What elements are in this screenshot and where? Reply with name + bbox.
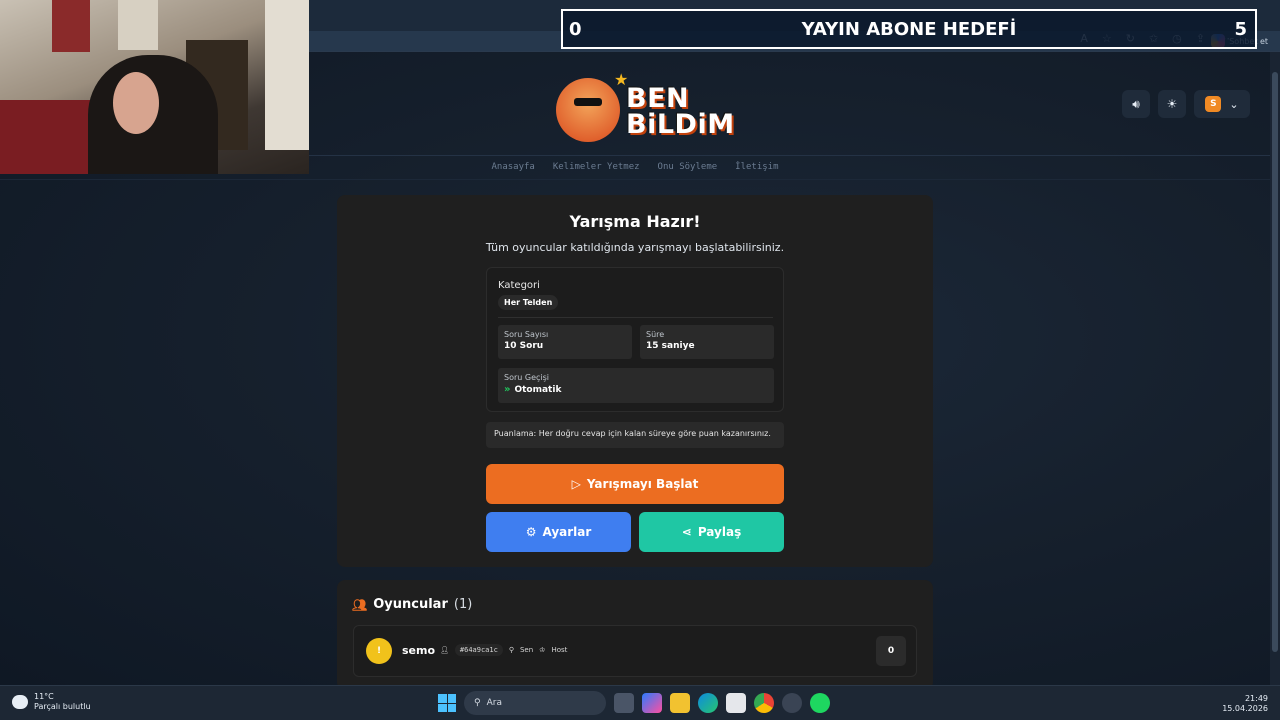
cam-face bbox=[113, 72, 159, 134]
store-icon[interactable] bbox=[726, 693, 746, 713]
share-icon: ⋖ bbox=[681, 525, 692, 539]
taskbar: 11°C Parçalı bulutlu ⚲ Ara 21:49 15.04.2… bbox=[0, 685, 1280, 720]
share-button[interactable]: ⋖ Paylaş bbox=[639, 512, 784, 552]
users-icon: 👥︎ bbox=[352, 597, 368, 612]
settings-button-label: Ayarlar bbox=[542, 525, 592, 539]
transition-stat: Soru Geçişi » Otomatik bbox=[498, 368, 774, 403]
scrollbar-thumb[interactable] bbox=[1272, 72, 1278, 652]
task-view-icon[interactable] bbox=[614, 693, 634, 713]
search-placeholder: Ara bbox=[486, 698, 502, 708]
player-name: semo bbox=[402, 644, 436, 657]
webcam-overlay bbox=[0, 0, 309, 174]
chevron-down-icon: ⌄ bbox=[1229, 97, 1239, 111]
avatar: S bbox=[1205, 96, 1222, 112]
taskbar-apps: ⚲ Ara bbox=[438, 691, 830, 715]
player-row: ! semo 👤︎ #64a9ca1c ⚲ Sen ♔ Host 0 bbox=[353, 625, 917, 677]
sun-icon: ☀ bbox=[1166, 97, 1178, 111]
file-explorer-icon[interactable] bbox=[670, 693, 690, 713]
goal-target: 5 bbox=[1234, 19, 1247, 40]
windows-start-icon[interactable] bbox=[438, 694, 456, 712]
players-title: Oyuncular bbox=[373, 597, 448, 612]
user-icon: 👤︎ bbox=[440, 646, 449, 654]
card-subtitle: Tüm oyuncular katıldığında yarışmayı baş… bbox=[485, 241, 785, 254]
cloud-icon bbox=[12, 695, 28, 709]
competition-card: Yarışma Hazır! Tüm oyuncular katıldığınd… bbox=[337, 195, 933, 567]
time-stat: Süre 15 saniye bbox=[640, 325, 774, 359]
cam-sofa bbox=[0, 100, 90, 174]
clock-date: 15.04.2026 bbox=[1222, 704, 1268, 713]
spotify-icon[interactable] bbox=[810, 693, 830, 713]
settings-button[interactable]: ⚙ Ayarlar bbox=[486, 512, 631, 552]
host-badge: Host bbox=[551, 646, 568, 654]
mascot-icon bbox=[556, 78, 620, 142]
sound-button[interactable]: 🔊︎ bbox=[1122, 90, 1150, 118]
players-header: 👥︎ Oyuncular (1) bbox=[352, 597, 472, 612]
temperature: 11°C bbox=[34, 692, 54, 701]
question-count-stat: Soru Sayısı 10 Soru bbox=[498, 325, 632, 359]
theme-toggle-button[interactable]: ☀ bbox=[1158, 90, 1186, 118]
subscriber-goal-overlay: YAYIN ABONE HEDEFİ 0 5 bbox=[561, 9, 1257, 49]
players-count: (1) bbox=[453, 597, 473, 612]
gear-icon: ⚙ bbox=[525, 525, 537, 539]
players-card: 👥︎ Oyuncular (1) ! semo 👤︎ #64a9ca1c ⚲ S… bbox=[337, 580, 933, 685]
weather-widget[interactable]: 11°C Parçalı bulutlu bbox=[12, 692, 91, 712]
clock-time: 21:49 bbox=[1244, 694, 1268, 703]
time-value: 15 saniye bbox=[646, 341, 695, 351]
weather-description: Parçalı bulutlu bbox=[34, 702, 91, 711]
cam-poster bbox=[52, 0, 90, 52]
nav-item-contact[interactable]: İletişim bbox=[735, 158, 778, 179]
user-menu-button[interactable]: S ⌄ bbox=[1194, 90, 1250, 118]
taskbar-search[interactable]: ⚲ Ara bbox=[464, 691, 606, 715]
double-chevron-right-icon: » bbox=[504, 384, 511, 395]
category-label: Kategori bbox=[498, 280, 540, 291]
play-icon: ▷ bbox=[571, 477, 581, 491]
you-badge: Sen bbox=[519, 646, 534, 654]
category-badge: Her Telden bbox=[498, 295, 559, 310]
speaker-icon: 🔊︎ bbox=[1132, 96, 1140, 111]
competition-info-box: Kategori Her Telden Soru Sayısı 10 Soru … bbox=[486, 267, 784, 412]
nav-item-home[interactable]: Anasayfa bbox=[491, 158, 534, 179]
system-clock[interactable]: 21:49 15.04.2026 bbox=[1222, 694, 1268, 714]
time-label: Süre bbox=[646, 330, 665, 339]
person-icon: ⚲ bbox=[508, 646, 514, 654]
cam-poster bbox=[118, 0, 158, 50]
edge-browser-icon[interactable] bbox=[698, 693, 718, 713]
crown-icon: ♔ bbox=[539, 646, 546, 654]
header-controls: 🔊︎ ☀ S ⌄ bbox=[1122, 90, 1250, 118]
divider bbox=[498, 317, 773, 318]
question-count-label: Soru Sayısı bbox=[504, 330, 549, 339]
cam-door bbox=[265, 0, 309, 150]
page-title: Yarışma Hazır! bbox=[569, 212, 701, 231]
ben-bildim-logo[interactable]: ★ BEN BiLDiM bbox=[552, 64, 734, 148]
obs-icon[interactable] bbox=[782, 693, 802, 713]
nav-item-kelimeler-yetmez[interactable]: Kelimeler Yetmez bbox=[553, 158, 640, 179]
question-count-value: 10 Soru bbox=[504, 341, 544, 351]
goal-current: 0 bbox=[569, 19, 582, 40]
search-icon: ⚲ bbox=[474, 698, 481, 708]
player-id: #64a9ca1c bbox=[454, 644, 503, 656]
logo-text: BEN BiLDiM bbox=[626, 83, 735, 140]
player-meta: 👤︎ #64a9ca1c ⚲ Sen ♔ Host bbox=[440, 644, 567, 656]
player-avatar: ! bbox=[366, 638, 392, 664]
nav-item-onu-soyleme[interactable]: Onu Söyleme bbox=[658, 158, 718, 179]
transition-label: Soru Geçişi bbox=[504, 373, 550, 382]
goal-title: YAYIN ABONE HEDEFİ bbox=[801, 19, 1017, 40]
share-button-label: Paylaş bbox=[697, 525, 742, 539]
copilot-app-icon[interactable] bbox=[642, 693, 662, 713]
player-score: 0 bbox=[876, 636, 906, 666]
start-button-label: Yarışmayı Başlat bbox=[586, 477, 699, 491]
scoring-note: Puanlama: Her doğru cevap için kalan sür… bbox=[486, 422, 784, 448]
transition-value: Otomatik bbox=[514, 384, 562, 395]
chrome-icon[interactable] bbox=[754, 693, 774, 713]
start-competition-button[interactable]: ▷ Yarışmayı Başlat bbox=[486, 464, 784, 504]
page-scrollbar[interactable] bbox=[1270, 52, 1280, 685]
